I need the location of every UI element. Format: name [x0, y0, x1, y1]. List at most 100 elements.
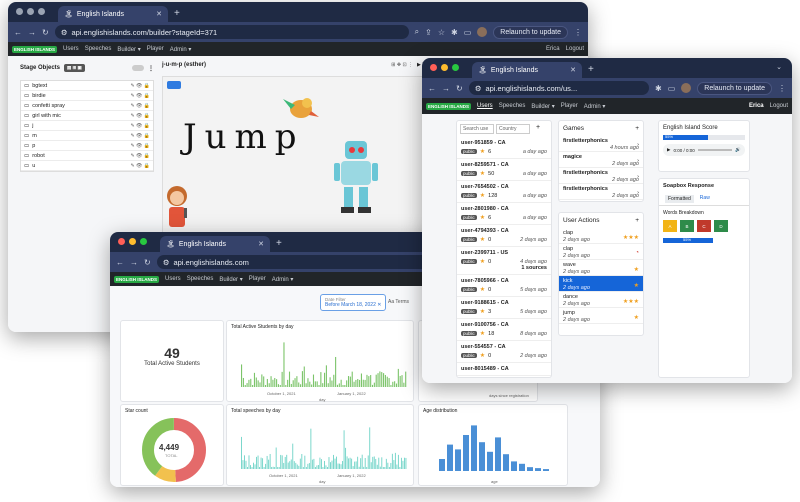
- nav-logout[interactable]: Logout: [770, 103, 788, 109]
- window-controls[interactable]: [430, 64, 459, 71]
- object-actions-icon[interactable]: ✎ 👁 🔒: [130, 93, 150, 99]
- close-icon[interactable]: ✕: [570, 66, 576, 74]
- nav-user[interactable]: Erica: [546, 46, 560, 52]
- list-item[interactable]: kick ★ 2 days ago: [559, 276, 643, 292]
- audio-scrubber[interactable]: [697, 149, 733, 151]
- list-item[interactable]: user-8259571 - CA public ★ 50 a day ago: [457, 159, 551, 181]
- nav-users[interactable]: Users: [477, 103, 493, 109]
- new-tab-icon[interactable]: +: [174, 8, 180, 22]
- object-actions-icon[interactable]: ✎ 👁 🔒: [130, 163, 150, 169]
- country-input[interactable]: Country: [496, 124, 530, 134]
- menu-icon[interactable]: ⋮: [574, 28, 582, 37]
- url-field[interactable]: ⚙ api.englishislands.com/builder?stageId…: [54, 25, 409, 39]
- list-item[interactable]: ▭ confetti spray ✎ 👁 🔒: [21, 101, 153, 111]
- list-item[interactable]: firstletterphonics › 4 hours ago: [559, 136, 643, 152]
- more-icon[interactable]: ⋮: [148, 65, 154, 72]
- robot-icon[interactable]: [331, 139, 381, 220]
- word-chip[interactable]: A: [663, 220, 677, 232]
- list-item[interactable]: magice › 2 days ago: [559, 152, 643, 168]
- avatar[interactable]: [681, 83, 692, 93]
- list-item[interactable]: user-7654502 - CA public ★ 128 a day ago: [457, 181, 551, 203]
- object-actions-icon[interactable]: ✎ 👁 🔒: [130, 103, 150, 109]
- back-icon[interactable]: ←: [428, 84, 436, 93]
- url-field[interactable]: ⚙ api.englishislands.com/us...: [468, 81, 650, 95]
- site-info-icon[interactable]: ⚙: [163, 258, 170, 267]
- list-item[interactable]: jump ★ 2 days ago: [559, 308, 643, 324]
- add-icon[interactable]: +: [635, 217, 639, 224]
- list-item[interactable]: ▭ birdie ✎ 👁 🔒: [21, 91, 153, 101]
- relaunch-button[interactable]: Relaunch to update: [493, 25, 568, 39]
- nav-admin[interactable]: Admin ▾: [272, 276, 294, 283]
- app-logo[interactable]: ENGLISH ISLANDS: [12, 45, 58, 53]
- site-info-icon[interactable]: ⚙: [61, 28, 68, 37]
- avatar[interactable]: [477, 27, 488, 37]
- browser-tab[interactable]: 🏝 English Islands ✕: [58, 6, 168, 22]
- reload-icon[interactable]: ↻: [456, 84, 463, 93]
- volume-icon[interactable]: 🔊: [735, 147, 741, 153]
- object-actions-icon[interactable]: ✎ 👁 🔒: [130, 143, 150, 149]
- chevron-down-icon[interactable]: ⌄: [776, 63, 782, 71]
- date-filter[interactable]: Date Filter Before March 18, 2022 ✕: [320, 294, 387, 311]
- nav-builder[interactable]: Builder ▾: [531, 103, 554, 110]
- app-logo[interactable]: ENGLISH ISLANDS: [426, 102, 472, 110]
- forward-icon[interactable]: →: [442, 84, 450, 93]
- list-item[interactable]: user-2399711 - US public ★ 0 4 days ago 1 sou…: [457, 247, 551, 275]
- nav-logout[interactable]: Logout: [566, 46, 584, 52]
- new-tab-icon[interactable]: +: [588, 64, 594, 78]
- list-item[interactable]: user-7805966 - CA public ★ 0 5 days ago: [457, 275, 551, 297]
- object-actions-icon[interactable]: ✎ 👁 🔒: [130, 133, 150, 139]
- nav-speeches[interactable]: Speeches: [499, 103, 526, 109]
- object-actions-icon[interactable]: ✎ 👁 🔒: [130, 83, 150, 89]
- list-item[interactable]: ▭ p ✎ 👁 🔒: [21, 141, 153, 151]
- list-item[interactable]: ▭ j ✎ 👁 🔒: [21, 121, 153, 131]
- list-item[interactable]: ▭ u ✎ 👁 🔒: [21, 161, 153, 171]
- list-item[interactable]: clap ◔ 2 days ago: [559, 244, 643, 260]
- add-icon[interactable]: +: [536, 124, 540, 134]
- list-item[interactable]: ▭ girl with mic ✎ 👁 🔒: [21, 111, 153, 121]
- extensions-icon[interactable]: ✱: [655, 84, 662, 93]
- close-icon[interactable]: ✕: [377, 302, 381, 308]
- list-item[interactable]: user-554557 - CA public ★ 0 2 days ago: [457, 341, 551, 363]
- bird-icon[interactable]: [281, 89, 319, 118]
- list-item[interactable]: ▭ m ✎ 👁 🔒: [21, 131, 153, 141]
- object-actions-icon[interactable]: ✎ 👁 🔒: [130, 113, 150, 119]
- nav-player[interactable]: Player: [561, 103, 578, 109]
- window-controls[interactable]: [16, 8, 45, 15]
- nav-users[interactable]: Users: [165, 276, 181, 282]
- list-item[interactable]: dance ★★★ 2 days ago: [559, 292, 643, 308]
- reload-icon[interactable]: ↻: [144, 258, 151, 267]
- visibility-toggle[interactable]: [132, 65, 144, 71]
- tab-formatted[interactable]: Formatted: [665, 195, 694, 203]
- close-icon[interactable]: ✕: [156, 10, 162, 18]
- nav-admin[interactable]: Admin ▾: [584, 103, 606, 110]
- terms-filter[interactable]: Aa Terms: [388, 299, 409, 305]
- menu-icon[interactable]: ⋮: [778, 84, 786, 93]
- extensions-icon[interactable]: ✱: [451, 28, 458, 37]
- new-tab-icon[interactable]: +: [276, 238, 282, 252]
- view-toggle[interactable]: ▤ ⊞ ▣: [64, 64, 85, 72]
- app-logo[interactable]: ENGLISH ISLANDS: [114, 275, 160, 283]
- list-item[interactable]: user-4794393 - CA public ★ 0 2 days ago: [457, 225, 551, 247]
- zoom-icon[interactable]: ⌕: [415, 27, 419, 37]
- back-icon[interactable]: ←: [116, 258, 124, 267]
- object-actions-icon[interactable]: ✎ 👁 🔒: [130, 153, 150, 159]
- close-icon[interactable]: ✕: [258, 240, 264, 248]
- list-item[interactable]: user-9100756 - CA public ★ 18 8 days ago: [457, 319, 551, 341]
- sidebar-icon[interactable]: ▭: [464, 28, 472, 37]
- share-icon[interactable]: ⇪: [425, 28, 432, 37]
- nav-builder[interactable]: Builder ▾: [219, 276, 242, 283]
- nav-user[interactable]: Erica: [749, 103, 764, 109]
- nav-speeches[interactable]: Speeches: [85, 46, 112, 52]
- stage-tools-icon[interactable]: ⊞ ✥ ⊡ ⋮: [391, 62, 413, 68]
- browser-tab[interactable]: 🏝 English Islands ✕: [472, 62, 582, 78]
- tab-raw[interactable]: Raw: [700, 195, 710, 203]
- list-item[interactable]: wave ★ 2 days ago: [559, 260, 643, 276]
- nav-player[interactable]: Player: [147, 46, 164, 52]
- search-input[interactable]: Search use: [460, 124, 494, 134]
- nav-player[interactable]: Player: [249, 276, 266, 282]
- bookmark-icon[interactable]: ☆: [438, 28, 445, 37]
- nav-speeches[interactable]: Speeches: [187, 276, 214, 282]
- list-item[interactable]: user-2801980 - CA public ★ 6 a day ago: [457, 203, 551, 225]
- sidebar-icon[interactable]: ▭: [668, 84, 676, 93]
- word-chip[interactable]: C: [697, 220, 711, 232]
